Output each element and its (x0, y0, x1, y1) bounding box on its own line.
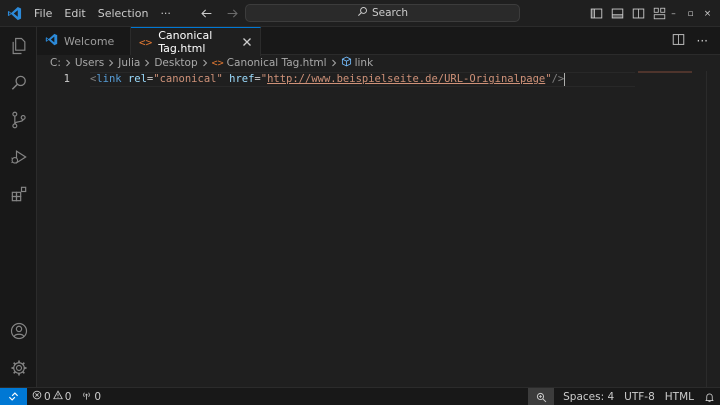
vscode-logo-icon (0, 0, 28, 27)
vscode-icon (45, 33, 58, 49)
breadcrumb-file-label: Canonical Tag.html (226, 57, 327, 69)
go-forward-icon[interactable] (224, 6, 240, 22)
layout-controls (588, 0, 668, 27)
tab-welcome[interactable]: Welcome (37, 27, 131, 55)
close-tab-icon[interactable] (242, 36, 252, 48)
broadcast-icon (81, 390, 92, 404)
go-back-icon[interactable] (198, 6, 214, 22)
ports-indicator[interactable]: 0 (76, 388, 106, 405)
breadcrumb-desktop[interactable]: Desktop (154, 57, 197, 69)
close-window-button[interactable]: × (699, 0, 716, 27)
title-bar: File Edit Selection ··· Search – ▫ × (0, 0, 720, 27)
token-attr-href: href (229, 73, 255, 85)
breadcrumb-julia[interactable]: Julia (118, 57, 140, 69)
navigation-arrows (198, 0, 240, 27)
breadcrumb-file[interactable]: <> Canonical Tag.html (212, 57, 327, 69)
token-self-close: /> (551, 73, 565, 85)
symbol-cube-icon (341, 56, 352, 70)
search-label: Search (371, 7, 409, 19)
error-count: 0 (44, 390, 51, 403)
source-control-icon[interactable] (0, 101, 37, 138)
toggle-panel-icon[interactable] (609, 5, 626, 22)
token-attr-rel: rel (127, 73, 147, 85)
run-and-debug-icon[interactable] (0, 138, 37, 175)
breadcrumb-symbol-label: link (354, 57, 374, 69)
accounts-icon[interactable] (0, 312, 37, 349)
chevron-right-icon (64, 59, 72, 67)
chevron-right-icon (143, 59, 151, 67)
code-line[interactable]: <link rel="canonical" href="http://www.b… (90, 72, 635, 87)
warning-icon (52, 390, 63, 403)
breadcrumb-users[interactable]: Users (75, 57, 104, 69)
split-editor-icon[interactable] (672, 33, 685, 49)
html-icon: <> (211, 57, 224, 69)
toggle-secondary-sidebar-icon[interactable] (630, 5, 647, 22)
more-actions-icon[interactable]: ··· (697, 34, 708, 48)
search-icon (357, 6, 368, 20)
chevron-right-icon (201, 59, 209, 67)
explorer-icon[interactable] (0, 27, 37, 64)
tab-actions: ··· (672, 27, 708, 55)
token-value-canonical: "canonical" (153, 73, 223, 85)
editor-tab-bar: Welcome <> Canonical Tag.html ··· (37, 27, 720, 56)
chevron-right-icon (107, 59, 115, 67)
toggle-primary-sidebar-icon[interactable] (588, 5, 605, 22)
ports-count: 0 (94, 390, 102, 403)
line-number: 1 (63, 73, 70, 85)
extensions-icon[interactable] (0, 175, 37, 212)
warning-count: 0 (64, 390, 72, 403)
indentation-indicator[interactable]: Spaces: 4 (558, 388, 619, 405)
minimap-line (638, 71, 692, 73)
menu-more[interactable]: ··· (154, 0, 177, 26)
window-controls: – ▫ × (665, 0, 716, 27)
tab-label: Canonical Tag.html (158, 29, 213, 55)
status-bar: 0 0 0 Spaces: 4 UTF-8 HTML (0, 387, 720, 405)
manage-gear-icon[interactable] (0, 349, 37, 386)
chevron-right-icon (330, 59, 338, 67)
maximize-button[interactable]: ▫ (682, 0, 699, 27)
menu-edit[interactable]: Edit (58, 0, 91, 26)
text-cursor (564, 73, 566, 86)
search-view-icon[interactable] (0, 64, 37, 101)
token-tag-name: link (96, 73, 122, 85)
status-bar-right: Spaces: 4 UTF-8 HTML (528, 388, 720, 405)
notifications-bell-icon[interactable] (699, 388, 720, 405)
breadcrumb: C: Users Julia Desktop <> Canonical Tag.… (37, 55, 720, 71)
activity-bar (0, 27, 37, 387)
remote-indicator-icon[interactable] (0, 387, 27, 405)
token-url-link[interactable]: http://www.beispielseite.de/URL-Original… (267, 73, 545, 85)
zoom-icon[interactable] (528, 388, 555, 405)
vertical-scrollbar[interactable] (706, 71, 720, 387)
command-center-search[interactable]: Search (245, 4, 520, 22)
problems-indicator[interactable]: 0 0 (27, 388, 76, 405)
language-mode-indicator[interactable]: HTML (660, 388, 699, 405)
code-editor[interactable]: 1 <link rel="canonical" href="http://www… (37, 71, 720, 387)
menu-bar: File Edit Selection ··· (28, 0, 177, 26)
tab-label: Welcome (64, 34, 115, 48)
menu-file[interactable]: File (28, 0, 58, 26)
breadcrumb-drive[interactable]: C: (50, 57, 61, 69)
breadcrumb-symbol[interactable]: link (341, 56, 374, 70)
tab-canonical-tag-html[interactable]: <> Canonical Tag.html (131, 27, 261, 56)
error-icon (32, 390, 42, 403)
menu-selection[interactable]: Selection (92, 0, 155, 26)
encoding-indicator[interactable]: UTF-8 (619, 388, 660, 405)
minimize-button[interactable]: – (665, 0, 682, 27)
html-icon: <> (139, 35, 153, 49)
